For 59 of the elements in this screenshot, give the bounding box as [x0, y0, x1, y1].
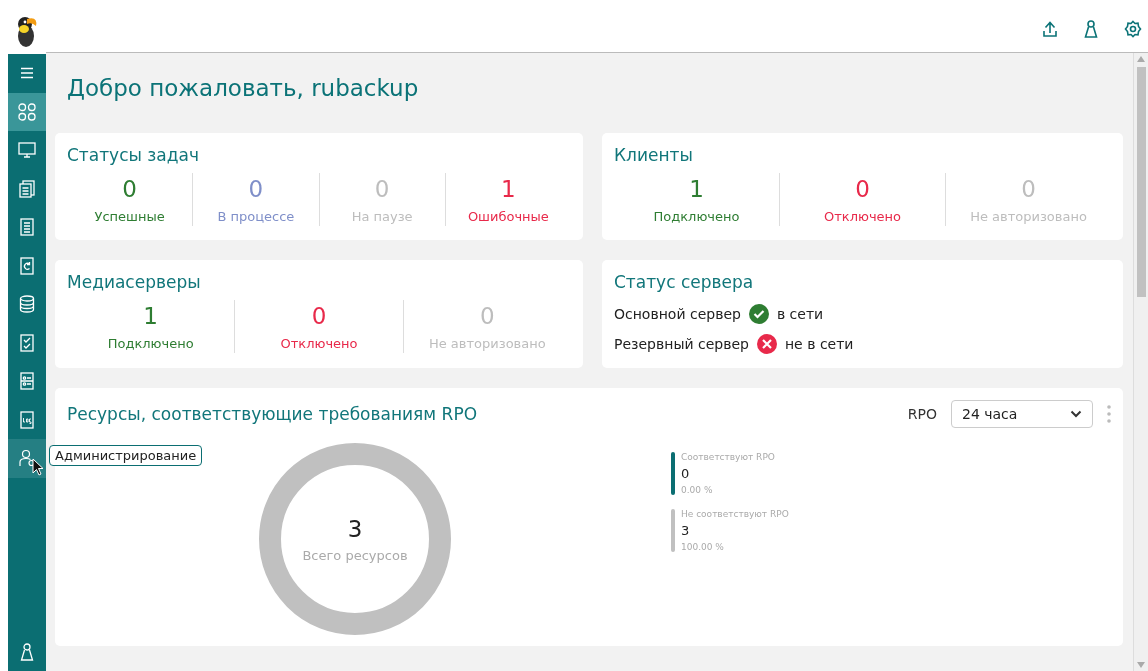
server-status: не в сети: [784, 336, 854, 352]
stat-label: Подключено: [653, 209, 740, 224]
server-status: в сети: [776, 306, 824, 322]
legend-label: Соответствуют RPO: [681, 452, 775, 462]
stat-label: Ошибочные: [467, 209, 549, 224]
stat-label: Отключено: [280, 336, 358, 351]
page-title: Добро пожаловать, rubackup: [67, 75, 420, 103]
stat-label: Не авторизовано: [428, 336, 546, 351]
card-title: Клиенты: [614, 145, 694, 165]
legend-value: 0: [681, 466, 691, 481]
stat-value: 0: [248, 175, 264, 203]
stat-value: 1: [143, 302, 158, 330]
card-title: Медиасерверы: [67, 272, 202, 292]
stat-label: В процессе: [217, 209, 295, 224]
card-title: Статус сервера: [614, 272, 755, 292]
mouse-pointer-icon: [32, 458, 44, 476]
server-name: Основной сервер: [614, 306, 741, 322]
legend-percent: 100.00 %: [681, 542, 725, 552]
grid-icon: [18, 102, 36, 121]
log-file-icon: [20, 410, 34, 429]
settings-icon[interactable]: [1124, 20, 1142, 38]
sidebar-item[interactable]: [8, 92, 46, 131]
stat-value: 1: [501, 175, 516, 203]
server-name: Резервный сервер: [614, 336, 749, 352]
stat-label: Успешные: [94, 209, 165, 224]
stat-label: На паузе: [351, 209, 413, 224]
stat-value: 0: [855, 175, 870, 203]
refresh-icon: [20, 256, 34, 275]
legend-value: 3: [681, 523, 691, 538]
document-icon: [20, 218, 34, 237]
scrollbar[interactable]: [1133, 53, 1148, 671]
monitor-icon: [18, 141, 36, 160]
total-label: Всего ресурсов: [302, 547, 408, 563]
filter-label: RPO: [907, 406, 937, 422]
checklist-icon: [20, 333, 34, 352]
upload-icon[interactable]: [1042, 20, 1058, 38]
stat-label: Отключено: [823, 209, 901, 224]
list-icon: [20, 372, 34, 391]
stat-label: Подключено: [107, 336, 194, 351]
stat-value: 0: [122, 175, 137, 203]
tooltip: Администрирование: [49, 445, 203, 466]
stat-value: 0: [1021, 175, 1036, 203]
database-icon: [19, 295, 35, 314]
stat-value: 0: [480, 302, 495, 330]
menu-icon: [20, 67, 34, 80]
stat-value: 0: [311, 302, 327, 330]
legend-percent: 0.00 %: [681, 485, 714, 495]
stat-value: 0: [374, 175, 390, 203]
stat-value: 1: [689, 175, 704, 203]
chevron-down-icon: [1070, 410, 1082, 418]
user-icon[interactable]: [1084, 20, 1098, 38]
total-value: 3: [347, 515, 363, 542]
stat-label: Не авторизовано: [970, 209, 1087, 224]
period-dropdown[interactable]: 24 часа: [951, 400, 1093, 428]
card-title: Статусы задач: [67, 145, 200, 165]
documents-icon: [19, 179, 35, 198]
card-title: Ресурсы, соответствующие требованиям RPO: [67, 404, 479, 424]
legend-label: Не соответствуют RPO: [681, 509, 789, 519]
scrollbar-thumb[interactable]: [1136, 67, 1146, 297]
